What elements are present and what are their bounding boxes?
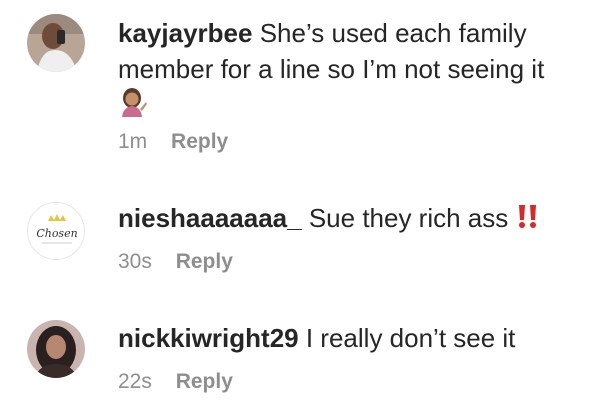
reply-button[interactable]: Reply <box>176 370 233 393</box>
avatar-photo <box>27 320 85 378</box>
avatar-logo-text: Chosen <box>36 227 77 240</box>
comment-body: kayjayrbee She’s used each family member… <box>118 15 573 123</box>
timestamp: 1m <box>118 130 148 153</box>
reply-button[interactable]: Reply <box>171 130 228 153</box>
timestamp: 30s <box>118 250 152 273</box>
username[interactable]: kayjayrbee <box>118 18 252 48</box>
comment-text: She’s used each family <box>259 18 527 48</box>
comment-body: nickkiwright29 I really don’t see it <box>118 320 573 356</box>
comment-meta: 22s Reply <box>118 370 233 394</box>
comment-body: nieshaaaaaaa_ Sue they rich ass <box>118 200 573 238</box>
comment-text-continued: member for a line so I’m not seeing it <box>118 54 545 84</box>
avatar-photo <box>27 14 85 72</box>
avatar[interactable] <box>27 320 85 378</box>
username[interactable]: nickkiwright29 <box>118 323 299 353</box>
double-exclamation-mark-emoji <box>516 202 540 238</box>
comment-item: Chosen nieshaaaaaaa_ Sue they rich ass 3… <box>0 190 595 290</box>
avatar[interactable]: Chosen <box>27 202 85 260</box>
avatar-logo: Chosen <box>28 203 84 259</box>
comment-item: nickkiwright29 I really don’t see it 22s… <box>0 310 595 404</box>
comment-meta: 30s Reply <box>118 250 233 274</box>
avatar[interactable] <box>27 14 85 72</box>
comment-item: kayjayrbee She’s used each family member… <box>0 0 595 170</box>
reply-button[interactable]: Reply <box>176 250 233 273</box>
comment-meta: 1m Reply <box>118 130 228 154</box>
timestamp: 22s <box>118 370 152 393</box>
comment-text: I really don’t see it <box>305 323 516 353</box>
woman-tipping-hand-emoji <box>118 87 148 122</box>
comment-text: Sue they rich ass <box>308 203 509 233</box>
username[interactable]: nieshaaaaaaa_ <box>118 203 302 233</box>
